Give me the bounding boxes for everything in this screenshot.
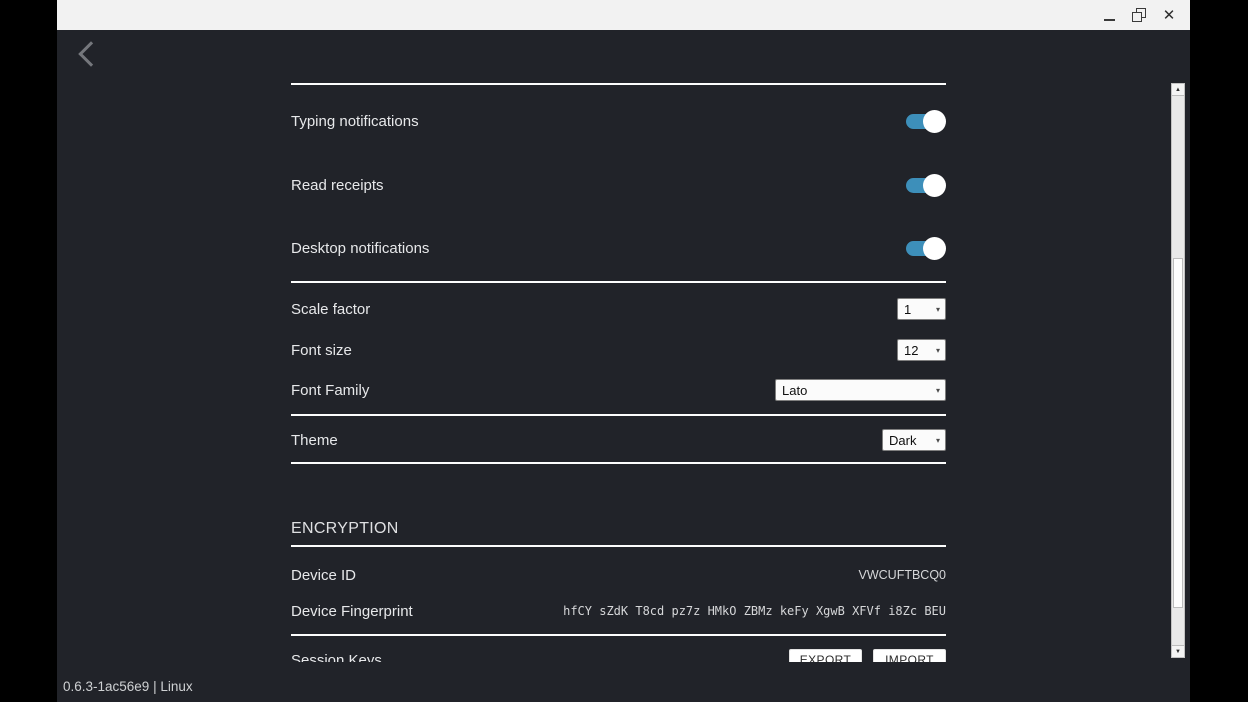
- titlebar: ✕: [57, 0, 1190, 30]
- scroll-down-icon: ▼: [1175, 649, 1181, 655]
- minimize-icon: [1104, 19, 1115, 21]
- selected-value: Dark: [889, 433, 916, 448]
- vertical-scrollbar[interactable]: ▲ ▼: [1171, 83, 1185, 658]
- divider: [291, 634, 946, 636]
- chevron-down-icon: ▾: [936, 346, 940, 355]
- font-family-select[interactable]: Lato ▾: [775, 379, 946, 401]
- setting-label: Desktop notifications: [291, 240, 429, 257]
- divider: [291, 462, 946, 464]
- restore-button[interactable]: [1124, 0, 1154, 30]
- divider: [291, 281, 946, 283]
- setting-row-theme: Theme Dark ▾: [291, 429, 946, 451]
- minimize-button[interactable]: [1094, 0, 1124, 30]
- setting-label: Font size: [291, 342, 352, 359]
- setting-label: Font Family: [291, 382, 369, 399]
- chevron-down-icon: ▾: [936, 436, 940, 445]
- setting-row-desktop-notifications: Desktop notifications: [291, 234, 946, 262]
- setting-row-scale-factor: Scale factor 1 ▾: [291, 298, 946, 320]
- theme-select[interactable]: Dark ▾: [882, 429, 946, 451]
- setting-label: Read receipts: [291, 177, 384, 194]
- device-id-value: VWCUFTBCQ0: [859, 568, 947, 582]
- app-window: ✕ Typing notifications Read receipts: [57, 0, 1190, 702]
- setting-row-typing-notifications: Typing notifications: [291, 107, 946, 135]
- export-button[interactable]: EXPORT: [789, 649, 862, 662]
- close-icon: ✕: [1163, 8, 1176, 23]
- settings-pane: Typing notifications Read receipts Deskt…: [291, 30, 946, 662]
- setting-row-font-family: Font Family Lato ▾: [291, 379, 946, 401]
- scroll-up-button[interactable]: ▲: [1172, 84, 1184, 96]
- session-keys-label: Session Keys: [291, 652, 382, 663]
- session-keys-row: Session Keys EXPORT IMPORT: [291, 647, 946, 662]
- device-fingerprint-label: Device Fingerprint: [291, 603, 413, 620]
- font-size-select[interactable]: 12 ▾: [897, 339, 946, 361]
- device-fingerprint-row: Device Fingerprint hfCY sZdK T8cd pz7z H…: [291, 602, 946, 620]
- session-keys-actions: EXPORT IMPORT: [789, 649, 946, 662]
- setting-label: Scale factor: [291, 301, 370, 318]
- desktop-notifications-toggle[interactable]: [906, 237, 946, 260]
- setting-row-font-size: Font size 12 ▾: [291, 339, 946, 361]
- setting-label: Typing notifications: [291, 113, 419, 130]
- read-receipts-toggle[interactable]: [906, 174, 946, 197]
- section-title: ENCRYPTION: [291, 520, 399, 538]
- scroll-down-button[interactable]: ▼: [1172, 645, 1184, 657]
- divider: [291, 414, 946, 416]
- toggle-knob: [923, 237, 946, 260]
- setting-row-read-receipts: Read receipts: [291, 171, 946, 199]
- settings-scroll-viewport: Typing notifications Read receipts Deskt…: [57, 30, 1190, 662]
- device-fingerprint-value: hfCY sZdK T8cd pz7z HMkO ZBMz keFy XgwB …: [563, 604, 946, 618]
- selected-value: 12: [904, 343, 918, 358]
- toggle-knob: [923, 110, 946, 133]
- divider: [291, 83, 946, 85]
- encryption-section-header: ENCRYPTION: [291, 518, 946, 540]
- chevron-down-icon: ▾: [936, 305, 940, 314]
- scrollbar-thumb[interactable]: [1173, 258, 1183, 608]
- toggle-knob: [923, 174, 946, 197]
- device-id-label: Device ID: [291, 567, 356, 584]
- scale-factor-select[interactable]: 1 ▾: [897, 298, 946, 320]
- window-controls: ✕: [1094, 0, 1184, 30]
- divider: [291, 545, 946, 547]
- version-status: 0.6.3-1ac56e9 | Linux: [63, 679, 193, 694]
- chevron-down-icon: ▾: [936, 386, 940, 395]
- selected-value: 1: [904, 302, 911, 317]
- restore-icon: [1132, 8, 1146, 22]
- setting-label: Theme: [291, 432, 338, 449]
- close-button[interactable]: ✕: [1154, 0, 1184, 30]
- import-button[interactable]: IMPORT: [873, 649, 946, 662]
- typing-notifications-toggle[interactable]: [906, 110, 946, 133]
- device-id-row: Device ID VWCUFTBCQ0: [291, 565, 946, 585]
- selected-value: Lato: [782, 383, 807, 398]
- scroll-up-icon: ▲: [1175, 87, 1181, 93]
